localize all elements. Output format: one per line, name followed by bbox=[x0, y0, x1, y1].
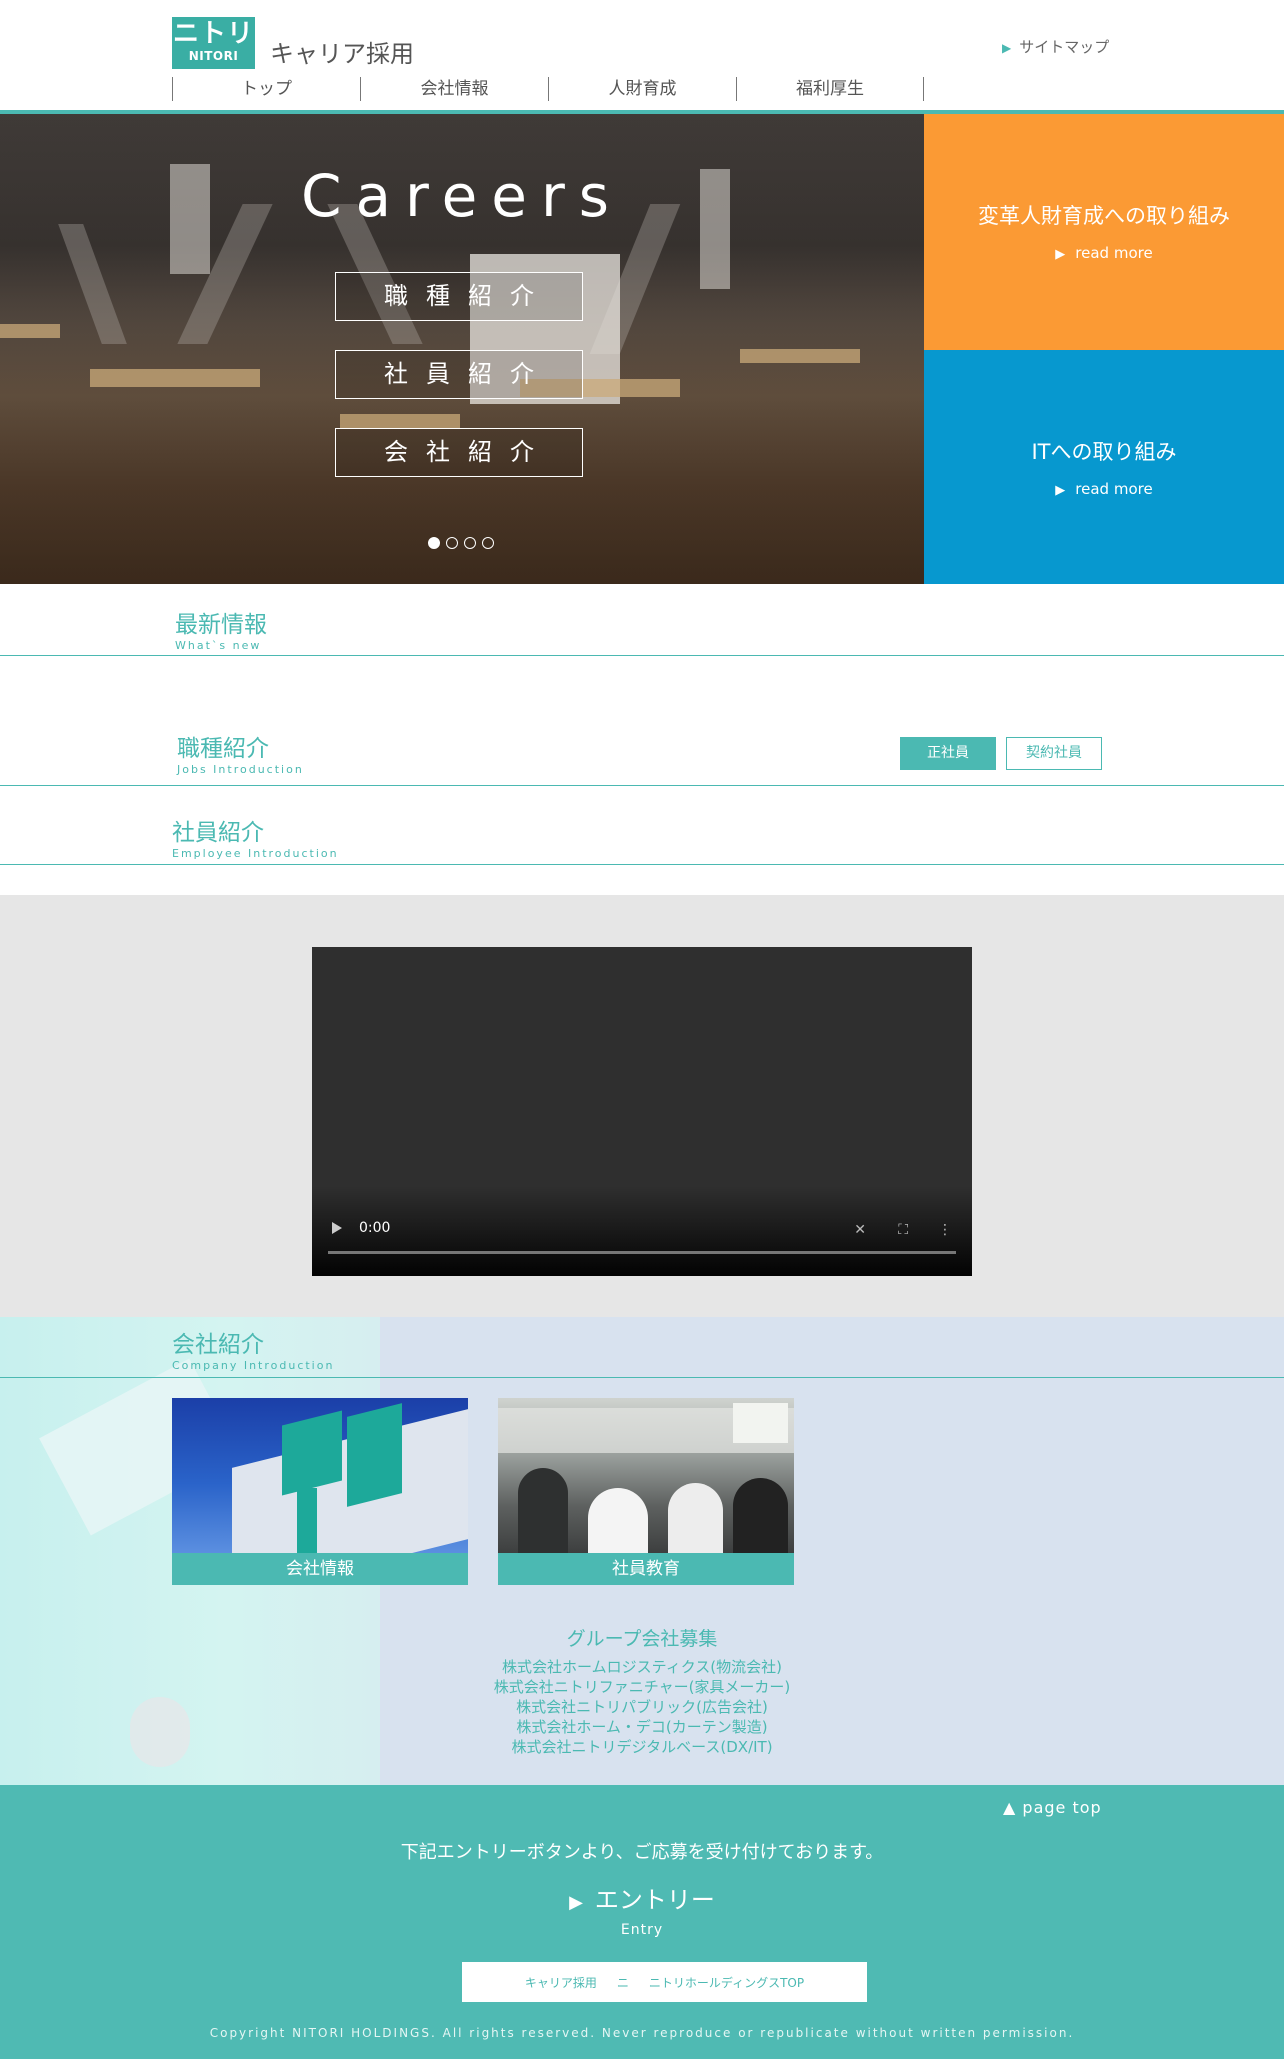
site-title: キャリア採用 bbox=[270, 40, 414, 68]
promo-talent[interactable]: 変革人財育成への取り組み ▶ read more bbox=[924, 114, 1284, 350]
footer-link-career[interactable]: キャリア採用 bbox=[525, 1974, 597, 1991]
company-subtitle: Company Introduction bbox=[172, 1359, 335, 1372]
fullscreen-icon[interactable]: ⛶ bbox=[898, 1222, 908, 1238]
promo-it-readmore[interactable]: ▶ read more bbox=[924, 480, 1284, 498]
jobs-heading: 職種紹介 Jobs Introduction bbox=[177, 729, 304, 776]
group-company-link[interactable]: 株式会社ホーム・デコ(カーテン製造) bbox=[0, 1717, 1284, 1737]
company-heading: 会社紹介 Company Introduction bbox=[172, 1325, 334, 1372]
card-employee-education-label: 社員教育 bbox=[498, 1553, 794, 1585]
employees-subtitle: Employee Introduction bbox=[172, 847, 339, 860]
news-heading: 最新情報 What`s new bbox=[175, 605, 267, 652]
slider-dot-3[interactable] bbox=[464, 537, 476, 549]
play-icon: ▶ bbox=[1055, 483, 1066, 498]
global-nav: トップ 会社情報 人財育成 福利厚生 bbox=[172, 77, 924, 101]
news-divider bbox=[0, 655, 1284, 656]
company-divider bbox=[0, 1377, 1284, 1378]
promo-talent-readmore[interactable]: ▶ read more bbox=[924, 244, 1284, 262]
nitori-logo[interactable]: ニトリ NITORI bbox=[172, 17, 255, 69]
triangle-right-icon: ▶ bbox=[1002, 41, 1012, 55]
hero-button-company[interactable]: 会社紹介 bbox=[335, 428, 583, 477]
news-title: 最新情報 bbox=[175, 612, 267, 638]
card-company-info-label: 会社情報 bbox=[172, 1553, 468, 1585]
nav-item-welfare[interactable]: 福利厚生 bbox=[736, 77, 924, 101]
promo-it-title: ITへの取り組み bbox=[1031, 440, 1177, 464]
slider-dots bbox=[428, 537, 494, 549]
jobs-title: 職種紹介 bbox=[177, 736, 269, 762]
employees-title: 社員紹介 bbox=[172, 820, 264, 846]
entry-label: エントリー bbox=[594, 1886, 715, 1914]
footer-link-ni[interactable]: ニ bbox=[617, 1974, 629, 1991]
tab-full-time[interactable]: 正社員 bbox=[900, 737, 996, 770]
play-icon[interactable] bbox=[332, 1222, 342, 1234]
video-time: 0:00 bbox=[359, 1220, 391, 1236]
triangle-up-icon: ▲ bbox=[1003, 1798, 1017, 1817]
footer-links: キャリア採用 ニ ニトリホールディングスTOP bbox=[462, 1962, 867, 2002]
readmore-label: read more bbox=[1075, 244, 1153, 262]
hero-button-employees[interactable]: 社員紹介 bbox=[335, 350, 583, 399]
promo-it[interactable]: ITへの取り組み ▶ read more bbox=[924, 350, 1284, 584]
mute-icon[interactable]: ✕ bbox=[854, 1222, 866, 1238]
nav-item-talent-development[interactable]: 人財育成 bbox=[548, 77, 736, 101]
video-player[interactable]: 0:00 ✕ ⛶ ⋮ bbox=[312, 947, 972, 1276]
entry-subtitle: Entry bbox=[620, 1922, 664, 1938]
group-company-link[interactable]: 株式会社ホームロジスティクス(物流会社) bbox=[0, 1657, 1284, 1677]
group-company-link[interactable]: 株式会社ニトリデジタルベース(DX/IT) bbox=[0, 1737, 1284, 1757]
entry-link[interactable]: ▶ エントリー bbox=[0, 1880, 1284, 1915]
group-recruit-title: グループ会社募集 bbox=[566, 1628, 718, 1650]
building-photo bbox=[172, 1398, 468, 1553]
play-icon: ▶ bbox=[1055, 247, 1066, 262]
employees-divider bbox=[0, 864, 1284, 865]
readmore-label: read more bbox=[1075, 480, 1153, 498]
logo-text-jp: ニトリ bbox=[172, 19, 254, 49]
group-company-link[interactable]: 株式会社ニトリファニチャー(家具メーカー) bbox=[0, 1677, 1284, 1697]
employees-heading: 社員紹介 Employee Introduction bbox=[172, 813, 339, 860]
logo-text-en: NITORI bbox=[188, 49, 239, 63]
copyright: Copyright NITORI HOLDINGS. All rights re… bbox=[209, 2026, 1075, 2040]
entry-notice: 下記エントリーボタンより、ご応募を受け付けております。 bbox=[400, 1842, 884, 1863]
group-company-list: 株式会社ホームロジスティクス(物流会社) 株式会社ニトリファニチャー(家具メーカ… bbox=[0, 1657, 1284, 1757]
more-options-icon[interactable]: ⋮ bbox=[938, 1222, 952, 1238]
sitemap-link[interactable]: ▶ サイトマップ bbox=[1002, 36, 1109, 57]
nav-item-company-info[interactable]: 会社情報 bbox=[360, 77, 548, 101]
training-photo bbox=[498, 1398, 794, 1553]
nav-item-top[interactable]: トップ bbox=[172, 77, 360, 101]
video-controls bbox=[312, 1186, 972, 1276]
play-icon: ▶ bbox=[569, 1892, 583, 1913]
page-top-label: page top bbox=[1022, 1798, 1102, 1817]
jobs-divider bbox=[0, 785, 1284, 786]
footer-link-holdings-top[interactable]: ニトリホールディングスTOP bbox=[649, 1974, 804, 1991]
card-company-info[interactable]: 会社情報 bbox=[172, 1398, 468, 1585]
sitemap-label: サイトマップ bbox=[1019, 38, 1110, 56]
slider-dot-4[interactable] bbox=[482, 537, 494, 549]
page-top-link[interactable]: ▲ page top bbox=[1003, 1798, 1102, 1817]
hero-heading: Careers bbox=[300, 162, 624, 230]
news-subtitle: What`s new bbox=[175, 639, 262, 652]
group-company-link[interactable]: 株式会社ニトリパブリック(広告会社) bbox=[0, 1697, 1284, 1717]
promo-talent-title: 変革人財育成への取り組み bbox=[978, 204, 1230, 228]
slider-dot-1[interactable] bbox=[428, 537, 440, 549]
company-title: 会社紹介 bbox=[172, 1332, 264, 1358]
jobs-subtitle: Jobs Introduction bbox=[177, 763, 304, 776]
card-employee-education[interactable]: 社員教育 bbox=[498, 1398, 794, 1585]
tab-contract[interactable]: 契約社員 bbox=[1006, 737, 1102, 770]
hero-button-jobs[interactable]: 職種紹介 bbox=[335, 272, 583, 321]
slider-dot-2[interactable] bbox=[446, 537, 458, 549]
video-progress-bar[interactable] bbox=[328, 1251, 956, 1254]
